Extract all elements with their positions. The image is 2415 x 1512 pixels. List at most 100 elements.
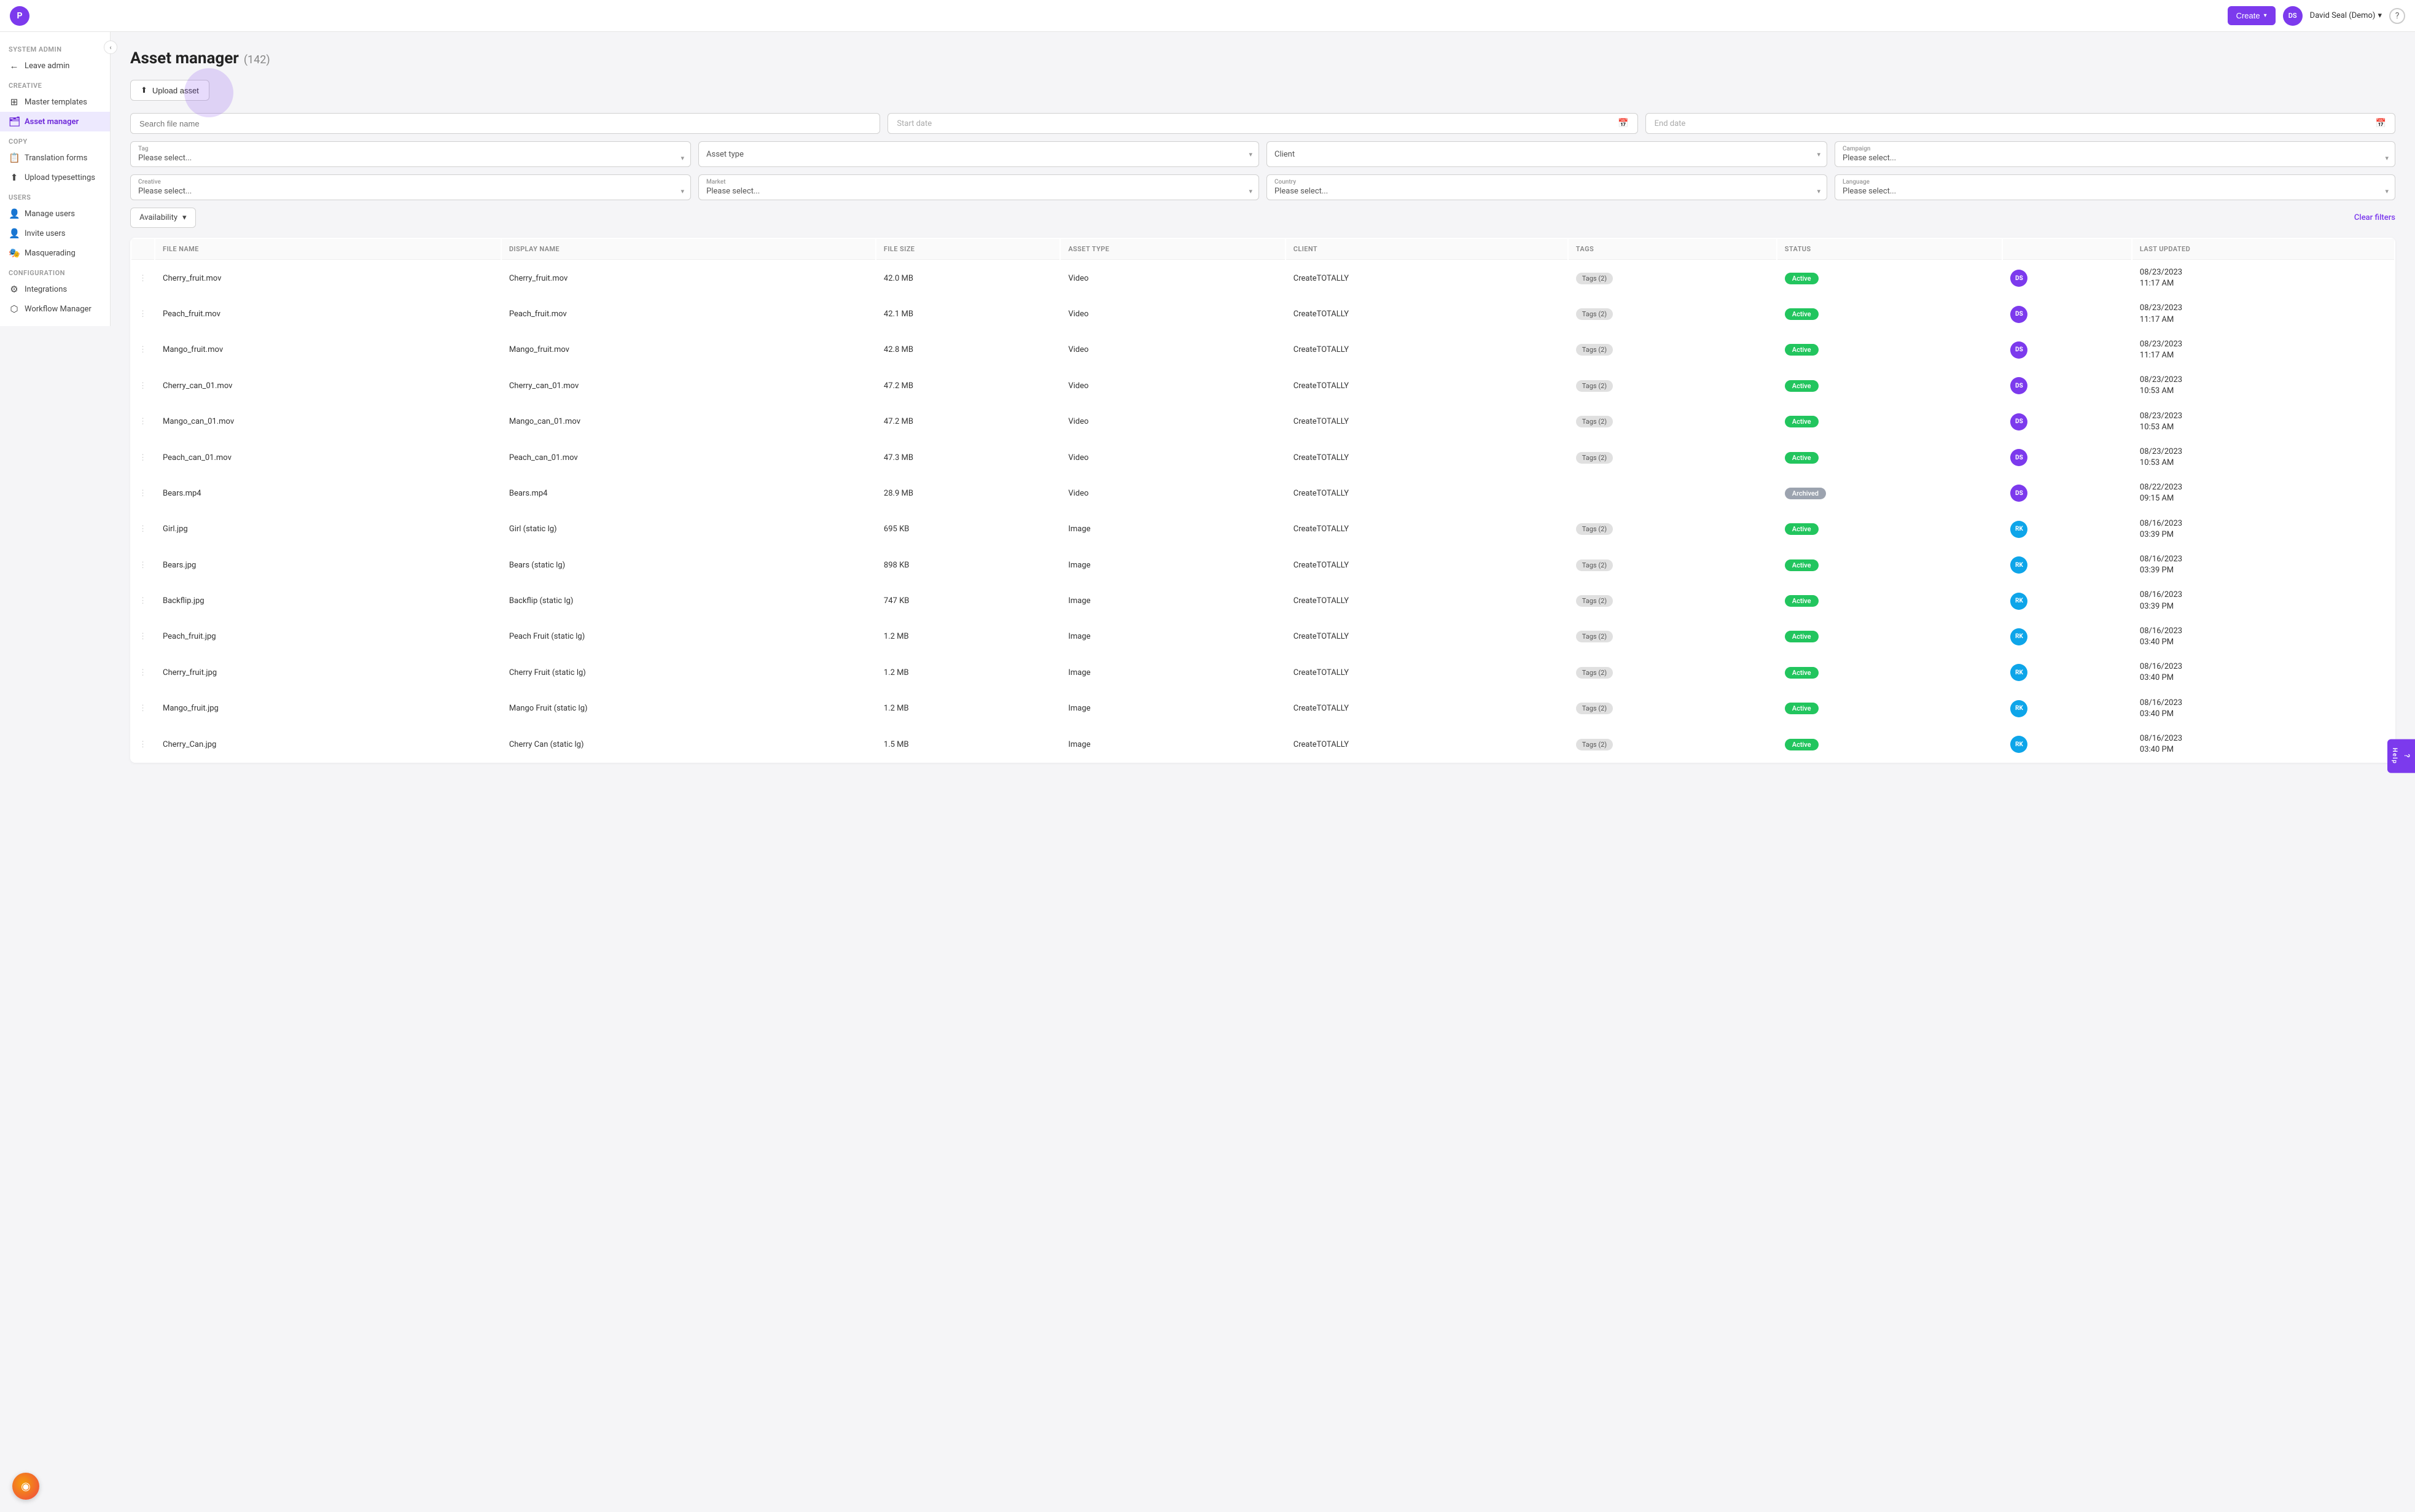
row-display-name: Cherry Can (static lg) <box>502 727 875 762</box>
row-client: CreateTOTALLY <box>1286 261 1567 295</box>
country-value: Please select... <box>1274 187 1328 196</box>
col-file-size: FILE SIZE <box>876 239 1059 260</box>
row-menu-button[interactable]: ⋮ <box>131 620 154 654</box>
row-last-updated: 08/22/202309:15 AM <box>2132 476 2394 510</box>
language-filter[interactable]: Language Please select... ▾ <box>1835 174 2395 200</box>
row-client: CreateTOTALLY <box>1286 727 1567 762</box>
campaign-filter[interactable]: Campaign Please select... ▾ <box>1835 141 2395 167</box>
market-filter[interactable]: Market Please select... ▾ <box>698 174 1259 200</box>
row-status: Active <box>1777 692 2002 726</box>
table-row: ⋮ Mango_can_01.mov Mango_can_01.mov 47.2… <box>131 405 2394 439</box>
config-section-label: Configuration <box>0 263 110 279</box>
search-input[interactable] <box>130 113 880 134</box>
start-date-input[interactable]: Start date 📅 <box>888 113 1637 134</box>
row-menu-button[interactable]: ⋮ <box>131 405 154 439</box>
asset-table: FILE NAME DISPLAY NAME FILE SIZE ASSET T… <box>130 238 2395 763</box>
row-last-updated: 08/16/202303:40 PM <box>2132 655 2394 690</box>
row-menu-button[interactable]: ⋮ <box>131 368 154 403</box>
table-row: ⋮ Cherry_fruit.mov Cherry_fruit.mov 42.0… <box>131 261 2394 295</box>
row-menu-button[interactable]: ⋮ <box>131 333 154 367</box>
row-display-name: Peach_fruit.mov <box>502 297 875 331</box>
asset-type-filter[interactable]: Asset type ▾ <box>698 141 1259 167</box>
country-filter[interactable]: Country Please select... ▾ <box>1266 174 1827 200</box>
col-menu <box>131 239 154 260</box>
sidebar-item-manage-users[interactable]: 👤 Manage users <box>0 204 110 224</box>
availability-filter[interactable]: Availability ▾ <box>130 208 196 228</box>
tags-badge: Tags (2) <box>1576 344 1613 356</box>
row-menu-button[interactable]: ⋮ <box>131 655 154 690</box>
creative-filter[interactable]: Creative Please select... ▾ <box>130 174 691 200</box>
sidebar-item-label: Leave admin <box>25 61 69 71</box>
sidebar-item-translation-forms[interactable]: 📋 Translation forms <box>0 148 110 168</box>
sidebar-item-label: Upload typesettings <box>25 173 95 182</box>
sidebar-item-asset-manager[interactable]: 🗂 Asset manager <box>0 112 110 131</box>
row-status: Active <box>1777 440 2002 475</box>
row-asset-type: Video <box>1061 405 1284 439</box>
filter-grid-1: Tag Please select... ▾ Asset type ▾ Clie… <box>130 141 2395 167</box>
row-file-size: 1.2 MB <box>876 692 1059 726</box>
row-menu-button[interactable]: ⋮ <box>131 512 154 547</box>
sidebar-item-workflow-manager[interactable]: ⬡ Workflow Manager <box>0 299 110 319</box>
row-menu-button[interactable]: ⋮ <box>131 548 154 582</box>
row-last-updated: 08/23/202311:17 AM <box>2132 333 2394 367</box>
row-menu-button[interactable]: ⋮ <box>131 583 154 618</box>
table-row: ⋮ Mango_fruit.mov Mango_fruit.mov 42.8 M… <box>131 333 2394 367</box>
sidebar-item-upload-typesettings[interactable]: ⬆ Upload typesettings <box>0 168 110 187</box>
row-tags: Tags (2) <box>1569 405 1776 439</box>
page-title: Asset manager (142) <box>130 49 2395 68</box>
row-menu-button[interactable]: ⋮ <box>131 440 154 475</box>
upload-asset-button[interactable]: ⬆ Upload asset <box>130 80 209 101</box>
row-file-size: 42.0 MB <box>876 261 1059 295</box>
row-last-updated: 08/23/202310:53 AM <box>2132 440 2394 475</box>
row-tags: Tags (2) <box>1569 692 1776 726</box>
bottom-filter-row: Availability ▾ Clear filters <box>130 208 2395 228</box>
row-menu-button[interactable]: ⋮ <box>131 727 154 762</box>
row-tags: Tags (2) <box>1569 261 1776 295</box>
row-asset-type: Image <box>1061 727 1284 762</box>
client-filter[interactable]: Client ▾ <box>1266 141 1827 167</box>
sidebar-item-masquerading[interactable]: 🎭 Masquerading <box>0 243 110 263</box>
create-button[interactable]: Create ▾ <box>2228 6 2276 25</box>
clear-filters-button[interactable]: Clear filters <box>2354 213 2395 222</box>
row-display-name: Backflip (static lg) <box>502 583 875 618</box>
row-avatar-cell: DS <box>2003 368 2131 403</box>
start-date-label: Start date <box>897 119 932 128</box>
translation-forms-icon: 📋 <box>9 152 20 163</box>
end-date-input[interactable]: End date 📅 <box>1645 113 2395 134</box>
status-badge: Active <box>1785 380 1819 392</box>
row-last-updated: 08/23/202311:17 AM <box>2132 297 2394 331</box>
sidebar-item-master-templates[interactable]: ⊞ Master templates <box>0 92 110 112</box>
sidebar-item-invite-users[interactable]: 👤 Invite users <box>0 224 110 243</box>
row-menu-button[interactable]: ⋮ <box>131 692 154 726</box>
row-avatar-cell: RK <box>2003 620 2131 654</box>
sidebar-item-label: Integrations <box>25 285 67 294</box>
row-asset-type: Video <box>1061 297 1284 331</box>
creative-chevron-icon: ▾ <box>681 187 684 195</box>
tags-badge: Tags (2) <box>1576 703 1613 714</box>
row-file-size: 42.1 MB <box>876 297 1059 331</box>
row-menu-button[interactable]: ⋮ <box>131 261 154 295</box>
avatar: RK <box>2010 700 2027 717</box>
row-file-name: Cherry_fruit.jpg <box>155 655 501 690</box>
workflow-manager-icon: ⬡ <box>9 303 20 314</box>
top-bar: P Create ▾ DS David Seal (Demo) ▾ ? <box>0 0 2415 32</box>
sidebar-item-integrations[interactable]: ⚙ Integrations <box>0 279 110 299</box>
sidebar-item-leave-admin[interactable]: ← Leave admin <box>0 56 110 76</box>
row-menu-button[interactable]: ⋮ <box>131 297 154 331</box>
create-label: Create <box>2236 11 2260 20</box>
help-float-button[interactable]: ? Help <box>2387 739 2415 773</box>
help-icon[interactable]: ? <box>2389 8 2405 24</box>
row-avatar-cell: DS <box>2003 440 2131 475</box>
row-file-name: Backflip.jpg <box>155 583 501 618</box>
row-last-updated: 08/16/202303:40 PM <box>2132 692 2394 726</box>
row-asset-type: Image <box>1061 548 1284 582</box>
tags-badge: Tags (2) <box>1576 416 1613 427</box>
row-file-size: 42.8 MB <box>876 333 1059 367</box>
row-client: CreateTOTALLY <box>1286 583 1567 618</box>
support-beacon-button[interactable]: ◉ <box>12 1473 39 1500</box>
upload-btn-label: Upload asset <box>152 86 199 95</box>
row-menu-button[interactable]: ⋮ <box>131 476 154 510</box>
tag-filter[interactable]: Tag Please select... ▾ <box>130 141 691 167</box>
table-row: ⋮ Cherry_Can.jpg Cherry Can (static lg) … <box>131 727 2394 762</box>
user-name-display[interactable]: David Seal (Demo) ▾ <box>2310 11 2382 20</box>
